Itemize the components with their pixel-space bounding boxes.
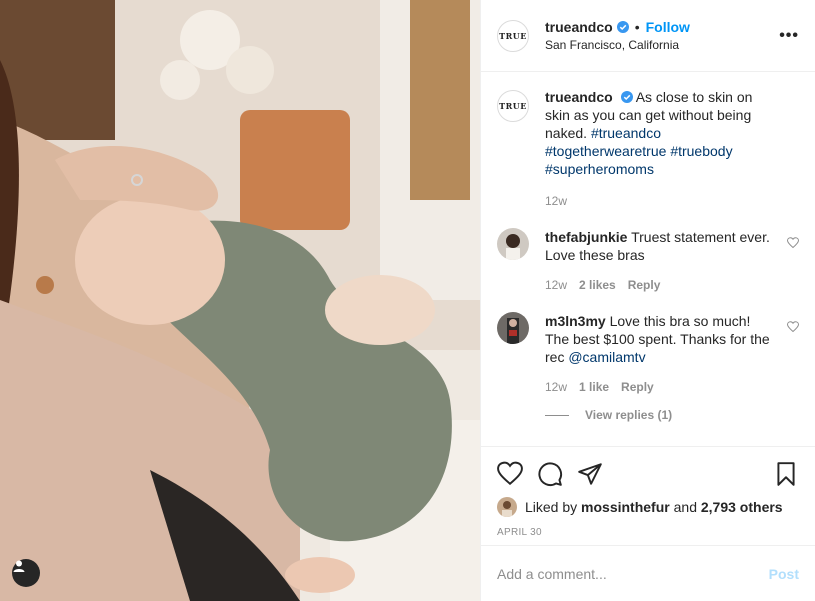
comments-list: TRUE trueandco As close to skin on skin … (481, 72, 815, 446)
verified-badge-icon (616, 21, 629, 33)
photo-illustration (0, 0, 480, 601)
post-comment-button[interactable]: Post (769, 566, 799, 582)
separator-dot: • (634, 19, 640, 35)
author-avatar[interactable]: TRUE (497, 19, 529, 52)
bookmark-icon[interactable] (773, 461, 799, 487)
comment-item: thefabjunkie Truest statement ever. Love… (497, 228, 800, 294)
caption-author-avatar[interactable]: TRUE (497, 90, 529, 122)
caption-avatar-text: TRUE (499, 101, 527, 111)
action-icons (497, 447, 799, 497)
comment-likes[interactable]: 1 like (579, 378, 609, 396)
caption-username[interactable]: trueandco (545, 89, 613, 105)
hashtag-link[interactable]: #trueandco (591, 125, 661, 141)
view-replies-label[interactable]: View replies (1) (585, 408, 672, 422)
add-comment-bar: Post (481, 545, 815, 601)
post-header: TRUE trueandco • Follow San Francisco, C… (481, 0, 815, 72)
view-replies-button[interactable]: View replies (1) (545, 408, 799, 422)
reply-button[interactable]: Reply (621, 378, 654, 396)
hashtag-link[interactable]: #togetherwearetrue (545, 143, 666, 159)
comment-username[interactable]: thefabjunkie (545, 229, 627, 245)
post-location[interactable]: San Francisco, California (545, 38, 779, 52)
post-photo[interactable] (0, 0, 480, 601)
post-actions: Liked by mossinthefur and 2,793 others A… (481, 446, 815, 545)
comment-time[interactable]: 12w (545, 276, 567, 294)
hashtag-link[interactable]: #superheromoms (545, 161, 654, 177)
comment-time[interactable]: 12w (545, 378, 567, 396)
replies-divider (545, 414, 569, 416)
liked-by-others[interactable]: 2,793 others (701, 499, 783, 515)
mention-link[interactable]: @camilamtv (568, 349, 645, 365)
paper-plane-icon[interactable] (577, 461, 603, 487)
hashtag-link[interactable]: #truebody (670, 143, 732, 159)
liked-by-user[interactable]: mossinthefur (581, 499, 670, 515)
author-meta: trueandco • Follow San Francisco, Califo… (545, 19, 779, 52)
post-sidebar: TRUE trueandco • Follow San Francisco, C… (480, 0, 815, 601)
caption-time[interactable]: 12w (545, 192, 567, 210)
heart-icon[interactable] (497, 461, 523, 487)
caption-item: TRUE trueandco As close to skin on skin … (497, 88, 799, 210)
post-container: TRUE trueandco • Follow San Francisco, C… (0, 0, 815, 601)
comment-icon[interactable] (537, 461, 563, 487)
add-comment-input[interactable] (497, 565, 769, 582)
post-date[interactable]: APRIL 30 (497, 527, 799, 545)
more-options-icon[interactable]: ••• (779, 27, 799, 45)
user-glyph (13, 560, 25, 572)
likes-summary: Liked by mossinthefur and 2,793 others (497, 497, 799, 517)
comment-likes[interactable]: 2 likes (579, 276, 616, 294)
heart-icon[interactable] (786, 236, 800, 249)
comment-item: m3ln3my Love this bra so much! The best … (497, 312, 800, 396)
user-icon[interactable] (12, 559, 40, 587)
commenter-avatar[interactable] (497, 312, 529, 344)
liked-by-and: and (673, 499, 697, 515)
author-username[interactable]: trueandco (545, 19, 613, 35)
liker-avatar[interactable] (497, 497, 517, 517)
commenter-avatar[interactable] (497, 228, 529, 260)
reply-button[interactable]: Reply (628, 276, 661, 294)
author-avatar-text: TRUE (499, 30, 527, 41)
follow-button[interactable]: Follow (646, 19, 690, 35)
comment-username[interactable]: m3ln3my (545, 313, 606, 329)
heart-icon[interactable] (786, 320, 800, 333)
liked-by-prefix: Liked by (525, 499, 578, 515)
verified-badge-icon (620, 91, 633, 103)
